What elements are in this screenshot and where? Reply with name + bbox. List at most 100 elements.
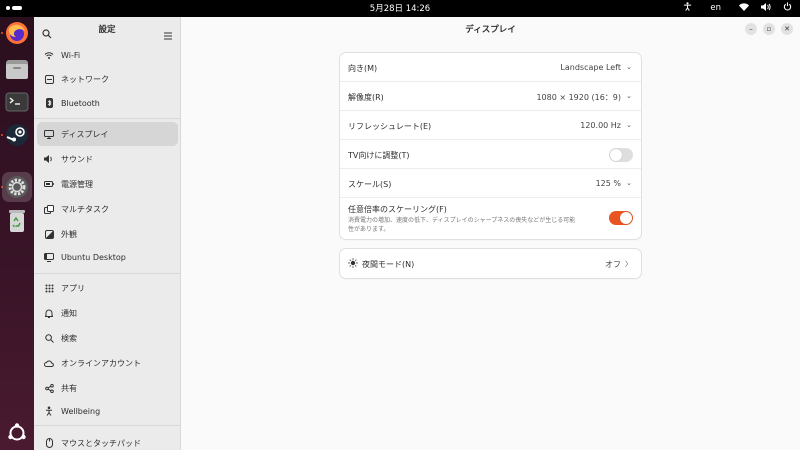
chevron-down-icon: ⌄: [626, 92, 632, 100]
language-indicator[interactable]: en: [710, 3, 721, 13]
chevron-down-icon: ⌄: [626, 63, 632, 71]
steam-icon[interactable]: [5, 123, 29, 147]
sidebar-item-appearance[interactable]: 外観: [37, 222, 178, 246]
sidebar-item-power[interactable]: 電源管理: [37, 172, 178, 196]
sidebar-separator: [34, 425, 181, 426]
sidebar-item-notifications[interactable]: 通知: [37, 301, 178, 325]
sidebar-item-ubuntu-desktop[interactable]: Ubuntu Desktop: [37, 245, 178, 269]
firefox-icon[interactable]: [5, 21, 29, 45]
bluetooth-icon: [44, 98, 54, 108]
night-light-row[interactable]: 夜間モード(N) オフ 〉: [340, 249, 641, 278]
sidebar-item-label: マルチタスク: [61, 204, 109, 214]
sidebar-item-wifi[interactable]: Wi-Fi: [37, 43, 178, 67]
share-icon: [44, 383, 54, 393]
terminal-icon[interactable]: [5, 90, 29, 114]
sidebar-item-search[interactable]: 検索: [37, 326, 178, 350]
sidebar-item-label: サウンド: [61, 154, 93, 164]
settings-icon[interactable]: [5, 175, 29, 199]
scale-value: 125 %: [595, 179, 621, 188]
clock[interactable]: 5月28日 14:26: [0, 2, 800, 14]
fractional-scaling-label: 任意倍率のスケーリング(F): [348, 205, 447, 214]
display-icon: [44, 129, 54, 139]
night-light-card: 夜間モード(N) オフ 〉: [340, 249, 641, 278]
close-button[interactable]: ✕: [781, 23, 793, 35]
sidebar-header: 設定: [34, 17, 180, 41]
system-tray[interactable]: en: [683, 2, 792, 14]
fractional-scaling-description: 消費電力の増加、速度の低下、ディスプレイのシャープネスの喪失などが生じる可能性が…: [348, 217, 576, 233]
maximize-button[interactable]: ▫: [763, 23, 775, 35]
sidebar-item-label: ネットワーク: [61, 74, 109, 84]
running-indicator: [1, 186, 3, 188]
orientation-label: 向き(M): [348, 64, 378, 73]
accessibility-icon[interactable]: [683, 2, 692, 14]
settings-sidebar: 設定 Wi-Fi ネットワーク Bluetooth ディスプレイ サウンド 電源…: [34, 17, 181, 450]
sidebar-item-label: ディスプレイ: [61, 129, 109, 139]
sidebar-separator: [34, 273, 181, 274]
refresh-rate-row[interactable]: リフレッシュレート(E) 120.00 Hz ⌄: [340, 111, 641, 140]
sidebar-item-sound[interactable]: サウンド: [37, 147, 178, 171]
fractional-scaling-toggle[interactable]: [609, 211, 633, 225]
volume-icon[interactable]: [761, 2, 771, 14]
page-title: ディスプレイ: [465, 25, 516, 35]
sidebar-item-label: Wi-Fi: [61, 50, 81, 60]
ubuntu-logo-icon[interactable]: [5, 421, 29, 445]
orientation-row[interactable]: 向き(M) Landscape Left ⌄: [340, 53, 641, 82]
sidebar-item-apps[interactable]: アプリ: [37, 276, 178, 300]
night-light-icon: [348, 258, 358, 270]
running-indicator: [1, 134, 3, 136]
minimize-button[interactable]: –: [745, 23, 757, 35]
power-icon: [44, 179, 54, 189]
sidebar-title: 設定: [98, 25, 116, 35]
top-bar: 5月28日 14:26 en: [0, 0, 800, 17]
sidebar-item-label: マウスとタッチパッド: [61, 438, 141, 448]
sidebar-item-label: Wellbeing: [61, 406, 101, 416]
sidebar-item-label: オンラインアカウント: [61, 358, 141, 368]
sound-icon: [44, 154, 54, 164]
power-menu-icon[interactable]: [783, 2, 792, 14]
sidebar-item-mouse-touchpad[interactable]: マウスとタッチパッド: [37, 431, 178, 450]
sidebar-item-network[interactable]: ネットワーク: [37, 67, 178, 91]
appearance-icon: [44, 229, 54, 239]
running-indicator: [1, 32, 3, 34]
search-icon: [44, 333, 54, 343]
resolution-row[interactable]: 解像度(R) 1080 × 1920 (16：9) ⌄: [340, 82, 641, 111]
trash-icon[interactable]: [5, 209, 29, 233]
ubuntu-desktop-icon: [44, 252, 54, 262]
refresh-rate-label: リフレッシュレート(E): [348, 122, 432, 131]
sidebar-item-sharing[interactable]: 共有: [37, 376, 178, 400]
chevron-right-icon: 〉: [625, 260, 632, 268]
wifi-icon: [44, 50, 54, 60]
multitasking-icon: [44, 204, 54, 214]
sidebar-item-online-accounts[interactable]: オンラインアカウント: [37, 351, 178, 375]
night-light-label: 夜間モード(N): [362, 260, 415, 269]
fractional-scaling-row: 任意倍率のスケーリング(F) 消費電力の増加、速度の低下、ディスプレイのシャープ…: [340, 198, 641, 239]
sidebar-item-multitasking[interactable]: マルチタスク: [37, 197, 178, 221]
files-icon[interactable]: [5, 57, 29, 81]
tv-adjust-toggle[interactable]: [609, 148, 633, 162]
sidebar-item-label: Ubuntu Desktop: [61, 252, 126, 262]
display-settings-card: 向き(M) Landscape Left ⌄ 解像度(R) 1080 × 192…: [340, 53, 641, 239]
sidebar-item-label: 外観: [61, 229, 77, 239]
resolution-label: 解像度(R): [348, 93, 384, 102]
sidebar-item-label: 検索: [61, 333, 77, 343]
resolution-value: 1080 × 1920 (16：9): [536, 93, 621, 102]
chevron-down-icon: ⌄: [626, 121, 632, 129]
night-light-value: オフ: [605, 260, 621, 269]
sidebar-item-wellbeing[interactable]: Wellbeing: [37, 399, 178, 423]
display-settings-page: ディスプレイ – ▫ ✕ 向き(M) Landscape Left ⌄ 解像度(…: [181, 17, 800, 450]
sidebar-item-label: アプリ: [61, 283, 85, 293]
chevron-down-icon: ⌄: [626, 179, 632, 187]
scale-label: スケール(S): [348, 180, 392, 189]
bell-icon: [44, 308, 54, 318]
sidebar-item-bluetooth[interactable]: Bluetooth: [37, 91, 178, 115]
sidebar-item-label: 電源管理: [61, 179, 93, 189]
sidebar-item-label: 通知: [61, 308, 77, 318]
scale-row[interactable]: スケール(S) 125 % ⌄: [340, 169, 641, 198]
mouse-icon: [44, 438, 54, 448]
wifi-status-icon[interactable]: [739, 2, 749, 14]
tv-adjust-label: TV向けに調整(T): [348, 151, 410, 160]
network-icon: [44, 74, 54, 84]
sidebar-item-display[interactable]: ディスプレイ: [37, 122, 178, 146]
hamburger-menu-icon[interactable]: [164, 25, 172, 40]
sidebar-separator: [34, 118, 181, 119]
